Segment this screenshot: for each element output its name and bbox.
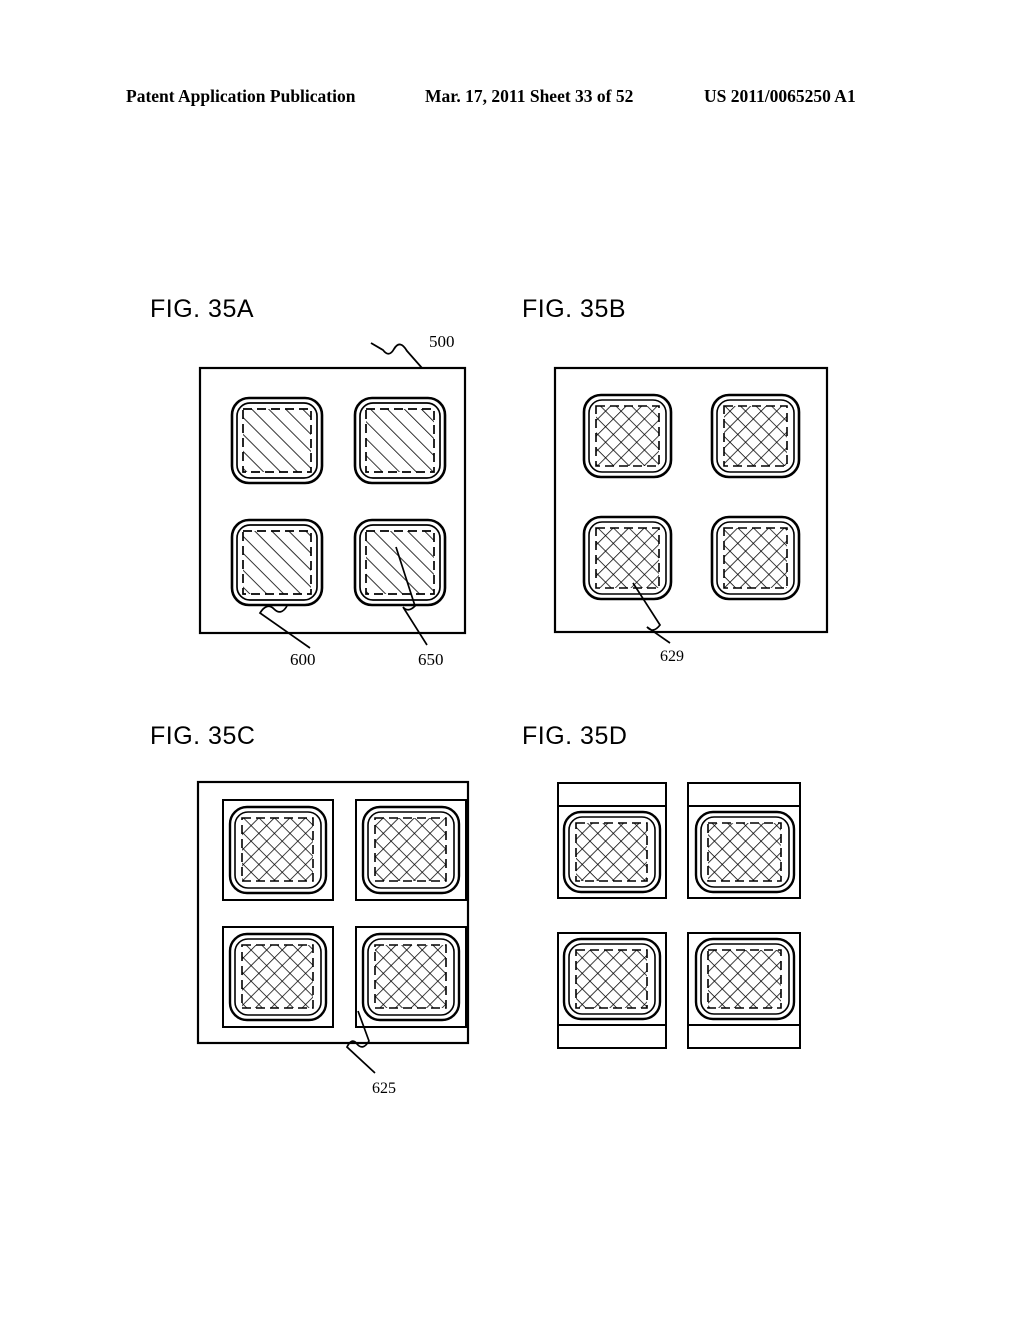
module-top-left	[557, 782, 667, 899]
module-bottom-right	[687, 932, 801, 1049]
patent-drawing-page: Patent Application Publication Mar. 17, …	[0, 0, 1024, 1320]
figure-35d-drawing	[557, 782, 801, 1049]
figure-35d: FIG. 35D	[0, 0, 1024, 1320]
module-top-right	[687, 782, 801, 899]
module-bottom-left	[557, 932, 667, 1049]
figure-35d-title: FIG. 35D	[522, 722, 628, 750]
